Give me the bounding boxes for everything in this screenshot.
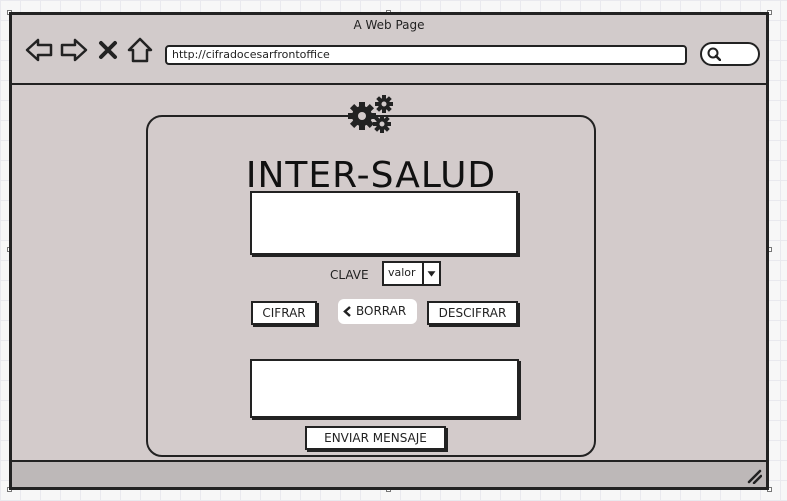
gears-icon bbox=[346, 90, 400, 134]
result-textarea[interactable] bbox=[250, 359, 519, 418]
arrow-right-icon[interactable] bbox=[59, 37, 89, 63]
clear-button[interactable]: BORRAR bbox=[338, 299, 417, 324]
key-select-value: valor bbox=[388, 266, 416, 279]
window-title: A Web Page bbox=[353, 18, 425, 32]
close-icon[interactable] bbox=[97, 37, 119, 63]
browser-window: A Web Page http://cifradocesarfrontoffic… bbox=[9, 12, 769, 490]
chevron-down-icon bbox=[422, 263, 439, 284]
arrow-left-icon[interactable] bbox=[24, 37, 54, 63]
home-icon[interactable] bbox=[125, 37, 155, 63]
status-bar bbox=[12, 460, 766, 487]
cipher-button[interactable]: CIFRAR bbox=[251, 301, 317, 325]
url-input[interactable]: http://cifradocesarfrontoffice bbox=[165, 45, 687, 65]
key-select[interactable]: valor bbox=[382, 261, 441, 286]
clear-button-label: BORRAR bbox=[356, 304, 407, 318]
decipher-button[interactable]: DESCIFRAR bbox=[427, 301, 518, 325]
message-textarea[interactable] bbox=[250, 191, 518, 255]
search-input[interactable] bbox=[700, 42, 760, 66]
chevron-left-icon bbox=[343, 306, 351, 317]
browser-toolbar: A Web Page http://cifradocesarfrontoffic… bbox=[12, 15, 766, 85]
search-icon bbox=[707, 47, 721, 61]
key-label: CLAVE bbox=[330, 268, 369, 282]
send-button[interactable]: ENVIAR MENSAJE bbox=[305, 426, 446, 450]
page-content: INTER-SALUD Mensaje Resultado bbox=[12, 85, 766, 463]
page-title: INTER-SALUD bbox=[245, 155, 497, 196]
resize-grip-icon[interactable] bbox=[746, 468, 763, 485]
